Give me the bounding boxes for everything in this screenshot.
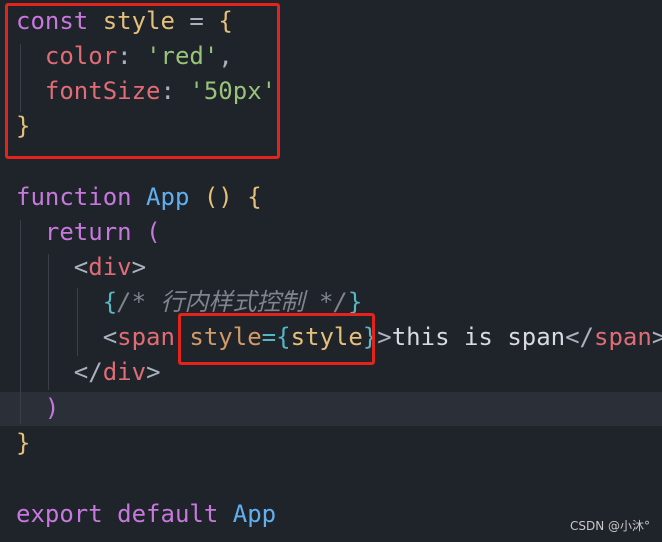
code-line-11: </div> [16, 355, 161, 389]
tag-span: span [117, 323, 175, 351]
annotation-box-style-attr [178, 313, 375, 365]
tag-div: div [88, 253, 132, 281]
tag-close-bracket: > [131, 253, 147, 281]
closing-tag-div: div [102, 358, 147, 386]
keyword-return: return [44, 218, 132, 246]
annotation-box-style-object [5, 3, 280, 159]
code-line-8: <div> [16, 250, 146, 284]
jsx-open-brace: { [102, 288, 118, 316]
code-line-13: } [16, 426, 30, 460]
close-brace: } [16, 429, 31, 457]
keyword-export: export [16, 500, 103, 528]
parens: () [203, 183, 233, 211]
code-line-12: ) [16, 391, 59, 425]
tag-open-bracket: < [73, 253, 89, 281]
jsx-comment: /* 行内样式控制 */ [117, 288, 348, 316]
closing-tag-close: > [651, 323, 662, 351]
closing-tag-span: span [594, 323, 652, 351]
code-line-15: export default App [16, 497, 276, 531]
keyword-function: function [16, 183, 132, 211]
open-paren: ( [146, 218, 161, 246]
code-line-6: function App () { [16, 180, 262, 214]
open-brace: { [247, 183, 262, 211]
current-line-highlight [0, 392, 662, 426]
code-line-7: return ( [16, 215, 161, 249]
closing-tag-open: </ [565, 323, 595, 351]
closing-tag-open: </ [73, 358, 103, 386]
span-text: this is span [391, 323, 566, 351]
tag-open-bracket: < [102, 323, 118, 351]
watermark: CSDN @小沐° [569, 519, 650, 533]
close-paren: ) [44, 394, 60, 422]
function-name-app: App [146, 183, 190, 211]
code-editor[interactable]: const style = { color: 'red', fontSize: … [0, 0, 662, 542]
jsx-close-brace: } [347, 288, 363, 316]
closing-tag-close: > [146, 358, 161, 386]
keyword-default: default [117, 500, 219, 528]
export-app: App [232, 500, 277, 528]
tag-close-bracket: > [377, 323, 392, 351]
